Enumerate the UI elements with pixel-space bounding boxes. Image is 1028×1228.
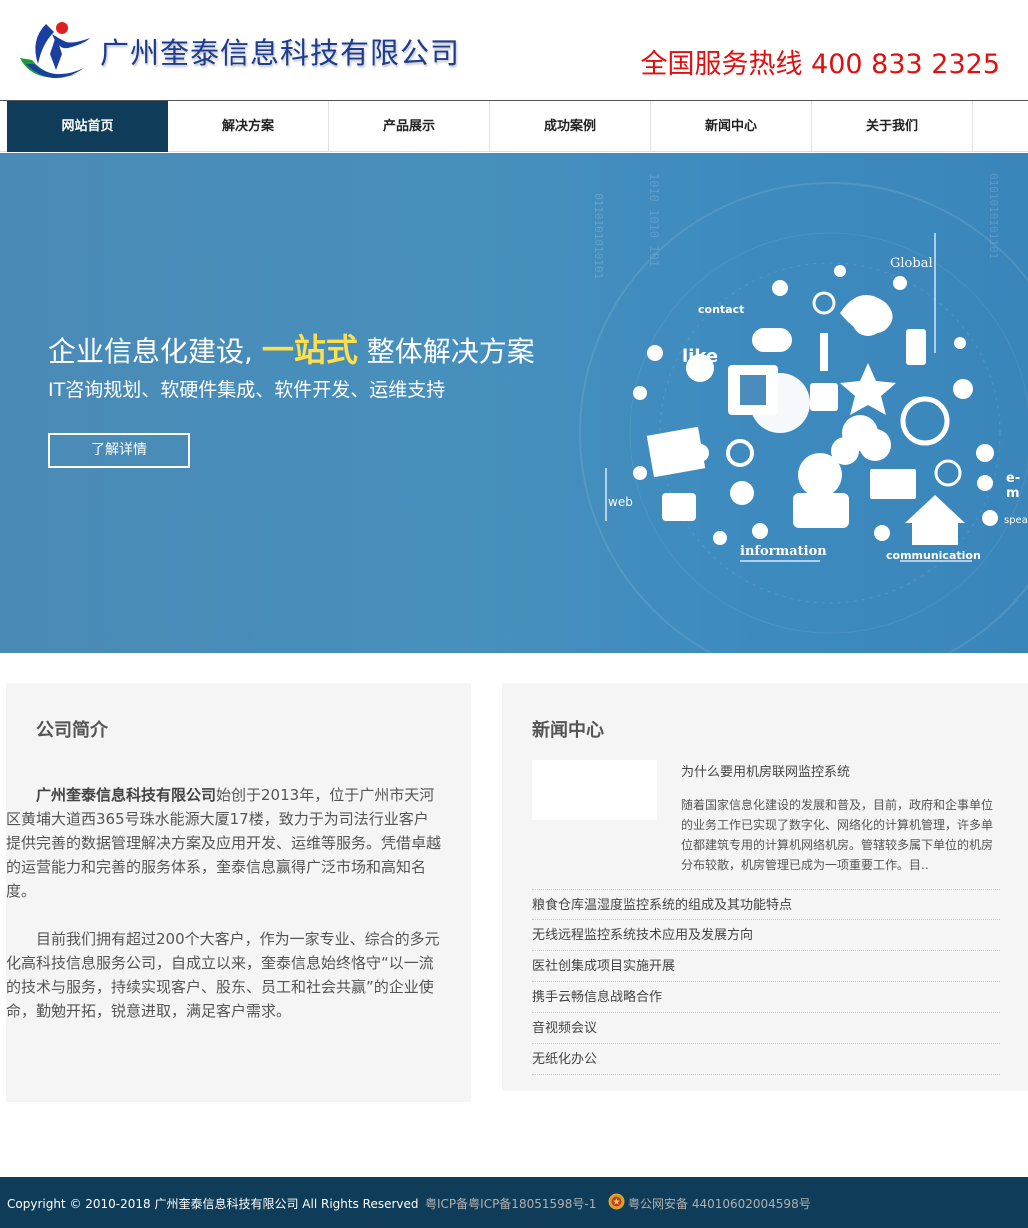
network-illustration: 0110101010101 1010 1010 101 010101010110…: [579, 173, 1028, 653]
news-list-item[interactable]: 医社创集成项目实施开展: [532, 951, 1000, 982]
banner-subtitle: IT咨询规划、软硬件集成、软件开发、运维支持: [48, 379, 446, 401]
banner-title-highlight: 一站式: [261, 331, 358, 369]
intro-paragraph-1: 广州奎泰信息科技有限公司始创于2013年，位于广州市天河区黄埔大道西365号珠水…: [6, 783, 442, 903]
intro-paragraph-2: 目前我们拥有超过200个大客户，作为一家专业、综合的多元化高科技信息服务公司，自…: [6, 930, 440, 1020]
police-badge-icon: [608, 1193, 625, 1210]
nav-item-news[interactable]: 新闻中心: [651, 101, 812, 152]
news-list-item[interactable]: 音视频会议: [532, 1013, 1000, 1044]
learn-more-button[interactable]: 了解详情: [48, 433, 190, 468]
news-feature-summary: 随着国家信息化建设的发展和普及，目前，政府和企事单位的业务工作已实现了数字化、网…: [681, 798, 994, 872]
company-name: 广州奎泰信息科技有限公司: [100, 36, 461, 70]
news-feature-title[interactable]: 为什么要用机房联网监控系统: [681, 761, 850, 780]
news-panel: 新闻中心 为什么要用机房联网监控系统 随着国家信息化建设的发展和普及，目前，政府…: [502, 683, 1028, 1091]
communication-label: communication: [886, 549, 981, 562]
nav-item-products[interactable]: 产品展示: [329, 101, 490, 152]
like-label: like: [682, 346, 719, 367]
news-list-item[interactable]: 无线远程监控系统技术应用及发展方向: [532, 920, 1000, 951]
news-title: 新闻中心: [532, 720, 604, 741]
intro-company-name: 广州奎泰信息科技有限公司: [36, 786, 217, 804]
global-label: Global: [890, 256, 933, 271]
email-label: e-m: [1006, 471, 1021, 501]
banner-title-suffix: 整体解决方案: [366, 335, 535, 368]
footer-copyright: Copyright © 2010-2018 广州奎泰信息科技有限公司 All R…: [7, 1197, 419, 1211]
svg-text:0101010101101: 0101010101101: [987, 173, 1000, 259]
nav-item-about[interactable]: 关于我们: [812, 101, 973, 152]
nav-item-solutions[interactable]: 解决方案: [168, 101, 329, 152]
information-label: information: [740, 544, 827, 559]
nav-item-home[interactable]: 网站首页: [7, 101, 168, 152]
news-list-item[interactable]: 粮食仓库温湿度监控系统的组成及其功能特点: [532, 889, 1000, 920]
news-list-item[interactable]: 无纸化办公: [532, 1044, 1000, 1075]
hero-banner: 0110101010101 1010 1010 101 010101010110…: [0, 153, 1028, 653]
company-logo[interactable]: [12, 14, 94, 86]
footer-police-link[interactable]: 粤公网安备 44010602004598号: [628, 1195, 811, 1212]
nav-item-cases[interactable]: 成功案例: [490, 101, 651, 152]
banner-title: 企业信息化建设, 一站式 整体解决方案: [48, 325, 535, 371]
footer-icp-link[interactable]: 粤ICP备粤ICP备18051598号-1: [425, 1195, 596, 1212]
speak-label: speak: [1004, 515, 1028, 526]
svg-text:0110101010101: 0110101010101: [592, 193, 605, 279]
news-list-item[interactable]: 携手云畅信息战略合作: [532, 982, 1000, 1013]
news-list: 粮食仓库温湿度监控系统的组成及其功能特点 无线远程监控系统技术应用及发展方向 医…: [532, 889, 1000, 1075]
banner-title-prefix: 企业信息化建设,: [48, 335, 253, 368]
company-intro-panel: 公司简介 广州奎泰信息科技有限公司始创于2013年，位于广州市天河区黄埔大道西3…: [6, 683, 471, 1102]
contact-label: contact: [698, 303, 745, 316]
news-feature-image[interactable]: [532, 760, 657, 820]
company-intro-text: 广州奎泰信息科技有限公司始创于2013年，位于广州市天河区黄埔大道西365号珠水…: [6, 783, 442, 1047]
svg-text:1010 1010 101: 1010 1010 101: [647, 173, 661, 267]
main-nav: 网站首页 解决方案 产品展示 成功案例 新闻中心 关于我们: [0, 100, 1028, 152]
service-hotline: 全国服务热线 400 833 2325: [640, 49, 1000, 80]
site-footer: Copyright © 2010-2018 广州奎泰信息科技有限公司 All R…: [0, 1177, 1028, 1228]
site-header: 广州奎泰信息科技有限公司 全国服务热线 400 833 2325: [0, 0, 1028, 100]
company-intro-title: 公司简介: [36, 720, 108, 741]
web-label: web: [608, 495, 633, 509]
